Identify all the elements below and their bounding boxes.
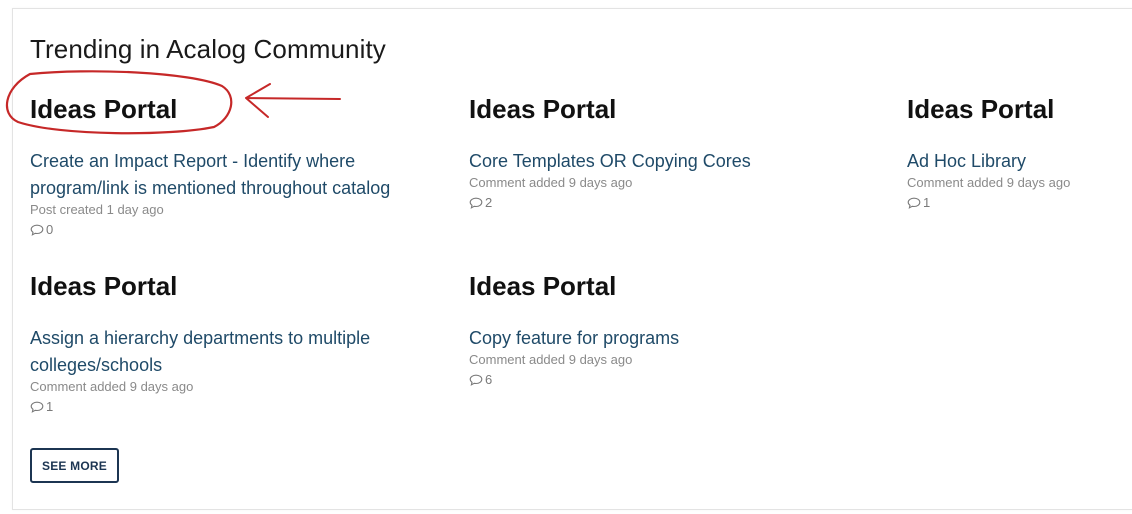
category-heading: Ideas Portal	[30, 94, 178, 124]
trending-card: Ideas Portal Core Templates OR Copying C…	[469, 93, 869, 211]
speech-bubble-icon	[469, 197, 483, 209]
post-link[interactable]: Create an Impact Report - Identify where…	[30, 148, 430, 202]
trending-panel	[12, 8, 1132, 510]
comment-count-value: 6	[485, 372, 493, 387]
comment-count-value: 2	[485, 195, 493, 210]
post-meta: Comment added 9 days ago	[907, 175, 1071, 190]
trending-card: Ideas Portal Ad Hoc Library Comment adde…	[907, 93, 1127, 211]
post-meta: Comment added 9 days ago	[469, 175, 633, 190]
comment-count[interactable]: 2	[469, 195, 869, 211]
speech-bubble-icon	[30, 224, 44, 236]
trending-card: Ideas Portal Copy feature for programs C…	[469, 270, 869, 388]
comment-count[interactable]: 1	[30, 399, 430, 415]
comment-count[interactable]: 6	[469, 372, 869, 388]
category-heading: Ideas Portal	[907, 94, 1055, 124]
post-meta: Post created 1 day ago	[30, 202, 164, 217]
category-heading: Ideas Portal	[469, 271, 617, 301]
comment-count-value: 1	[923, 195, 931, 210]
post-link[interactable]: Copy feature for programs	[469, 325, 869, 352]
post-meta: Comment added 9 days ago	[469, 352, 633, 367]
section-title: Trending in Acalog Community	[30, 34, 386, 64]
comment-count[interactable]: 0	[30, 222, 430, 238]
category-heading: Ideas Portal	[30, 271, 178, 301]
post-link[interactable]: Assign a hierarchy departments to multip…	[30, 325, 430, 379]
trending-card: Ideas Portal Create an Impact Report - I…	[30, 93, 430, 238]
post-link[interactable]: Ad Hoc Library	[907, 148, 1127, 175]
post-meta: Comment added 9 days ago	[30, 379, 194, 394]
speech-bubble-icon	[907, 197, 921, 209]
trending-card: Ideas Portal Assign a hierarchy departme…	[30, 270, 430, 415]
speech-bubble-icon	[30, 401, 44, 413]
see-more-button[interactable]: SEE MORE	[30, 448, 119, 483]
comment-count-value: 1	[46, 399, 54, 414]
comment-count[interactable]: 1	[907, 195, 1127, 211]
post-link[interactable]: Core Templates OR Copying Cores	[469, 148, 869, 175]
speech-bubble-icon	[469, 374, 483, 386]
comment-count-value: 0	[46, 222, 54, 237]
category-heading: Ideas Portal	[469, 94, 617, 124]
